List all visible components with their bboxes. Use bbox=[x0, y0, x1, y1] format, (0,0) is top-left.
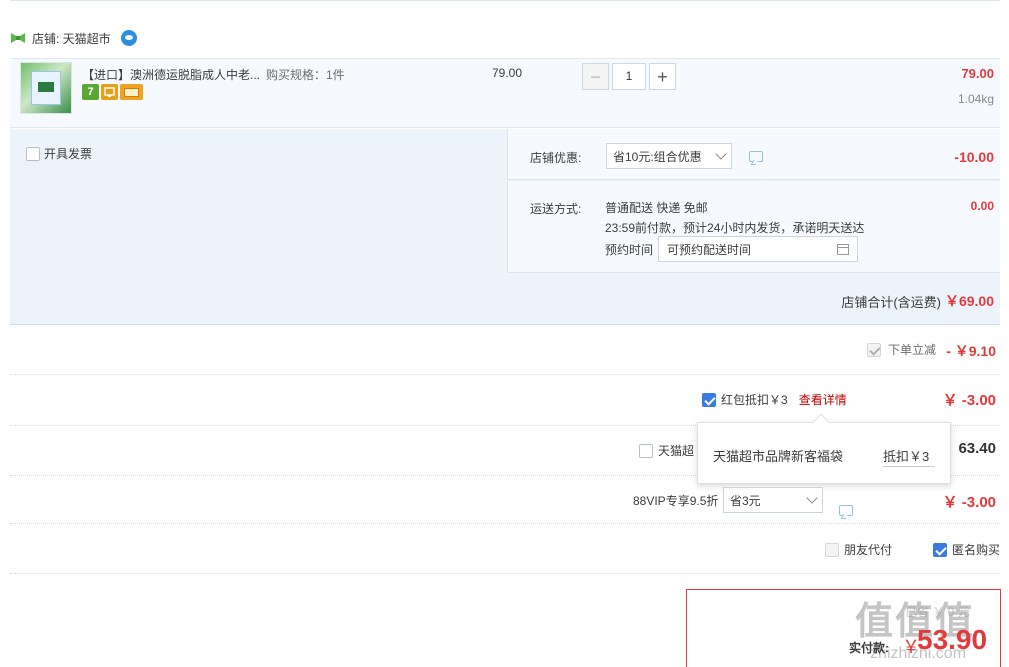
friend-pay-checkbox[interactable] bbox=[825, 542, 839, 557]
instant-discount-checkbox bbox=[866, 342, 881, 357]
invoice-label: 开具发票 bbox=[44, 147, 93, 161]
friend-pay-option[interactable]: 朋友代付 bbox=[825, 541, 892, 558]
shop-discount-label: 店铺优惠: bbox=[530, 151, 582, 165]
quantity-stepper: − 1 + bbox=[582, 63, 676, 90]
appointment-label: 预约时间 bbox=[605, 243, 654, 257]
calendar-icon[interactable] bbox=[837, 243, 849, 255]
shipping-method: 普通配送 快递 免邮 bbox=[605, 201, 708, 215]
increase-quantity-button[interactable]: + bbox=[649, 63, 676, 90]
wangwang-chat-icon[interactable] bbox=[120, 30, 137, 46]
tmall-shop-icon bbox=[11, 33, 25, 43]
product-title[interactable]: 【进口】澳洲德运脱脂成人中老... bbox=[82, 66, 260, 83]
tmall-card-label: 天猫超 bbox=[658, 444, 695, 458]
vip-discount-select[interactable]: 省3元 bbox=[723, 487, 823, 513]
item-total-price: 79.00 bbox=[961, 66, 994, 81]
appointment-time-value: 可预约配送时间 bbox=[667, 242, 752, 257]
instant-discount-row: 下单立减 bbox=[866, 341, 936, 358]
anonymous-purchase-label: 匿名购买 bbox=[952, 543, 1001, 557]
anonymous-purchase-checkbox[interactable] bbox=[933, 542, 947, 557]
seven-day-return-icon[interactable]: 7 bbox=[82, 84, 99, 100]
popup-underline bbox=[883, 466, 935, 467]
chevron-down-icon bbox=[715, 148, 727, 160]
tmall-card-checkbox[interactable] bbox=[639, 443, 653, 458]
instant-discount-label: 下单立减 bbox=[887, 343, 936, 357]
vip-discount-label: 88VIP专享9.5折 bbox=[633, 494, 719, 508]
product-spec: 购买规格：1件 bbox=[266, 68, 345, 82]
row-divider bbox=[10, 573, 1000, 574]
shipping-label: 运送方式: bbox=[530, 202, 582, 216]
red-packet-details-link[interactable]: 查看详情 bbox=[799, 391, 847, 408]
top-divider bbox=[10, 0, 1000, 1]
tmall-card-amount: 63.40 bbox=[958, 440, 996, 457]
shop-name[interactable]: 店铺: 天猫超市 bbox=[32, 30, 111, 47]
shop-discount-selected: 省10元:组合优惠 bbox=[613, 149, 702, 164]
invoice-checkbox[interactable] bbox=[26, 146, 40, 161]
message-icon[interactable] bbox=[839, 505, 853, 516]
actual-payment-label: 实付款: bbox=[849, 641, 889, 655]
shop-total-label: 店铺合计(含运费) bbox=[841, 295, 941, 310]
red-packet-checkbox[interactable] bbox=[702, 392, 716, 407]
card-payment-icon[interactable] bbox=[120, 84, 143, 100]
item-weight: 1.04kg bbox=[957, 92, 994, 106]
appointment-time-input[interactable]: 可预约配送时间 bbox=[658, 236, 858, 262]
instant-discount-amount: - ￥9.10 bbox=[946, 343, 996, 359]
quantity-input[interactable]: 1 bbox=[612, 63, 646, 90]
vip-discount-amount: ￥ -3.00 bbox=[942, 494, 996, 511]
chevron-down-icon bbox=[806, 492, 818, 504]
shop-header: 店铺: 天猫超市 bbox=[10, 28, 137, 48]
popup-red-packet-name: 天猫超市品牌新客福袋 bbox=[713, 449, 844, 464]
shipping-promise: 23:59前付款，预计24小时内发货，承诺明天送达 bbox=[605, 221, 865, 235]
tmall-card-row: 天猫超 bbox=[639, 442, 694, 459]
guarantee-icon[interactable] bbox=[101, 84, 118, 100]
invoice-option[interactable]: 开具发票 bbox=[26, 145, 92, 162]
shop-discount-amount: -10.00 bbox=[954, 149, 994, 165]
row-divider bbox=[10, 523, 1000, 524]
shop-discount-select[interactable]: 省10元:组合优惠 bbox=[606, 143, 732, 169]
shop-total-amount: ￥69.00 bbox=[944, 293, 994, 309]
decrease-quantity-button[interactable]: − bbox=[582, 63, 609, 90]
red-packet-label: 红包抵扣￥3 bbox=[721, 393, 788, 407]
message-icon[interactable] bbox=[749, 151, 763, 162]
row-divider bbox=[10, 374, 1000, 375]
product-thumbnail[interactable] bbox=[20, 62, 72, 114]
friend-pay-label: 朋友代付 bbox=[844, 543, 893, 557]
red-packet-row: 红包抵扣￥3 查看详情 bbox=[702, 391, 847, 408]
red-packet-amount: ￥ -3.00 bbox=[942, 392, 996, 409]
vip-discount-selected: 省3元 bbox=[730, 493, 761, 508]
anonymous-purchase-option[interactable]: 匿名购买 bbox=[933, 541, 1000, 558]
actual-payment-amount: 53.90 bbox=[917, 624, 988, 655]
shipping-amount: 0.00 bbox=[970, 199, 994, 213]
popup-deduct-amount: 抵扣￥3 bbox=[883, 449, 930, 464]
unit-price: 79.00 bbox=[492, 66, 523, 80]
service-badges: 7 bbox=[82, 84, 143, 100]
